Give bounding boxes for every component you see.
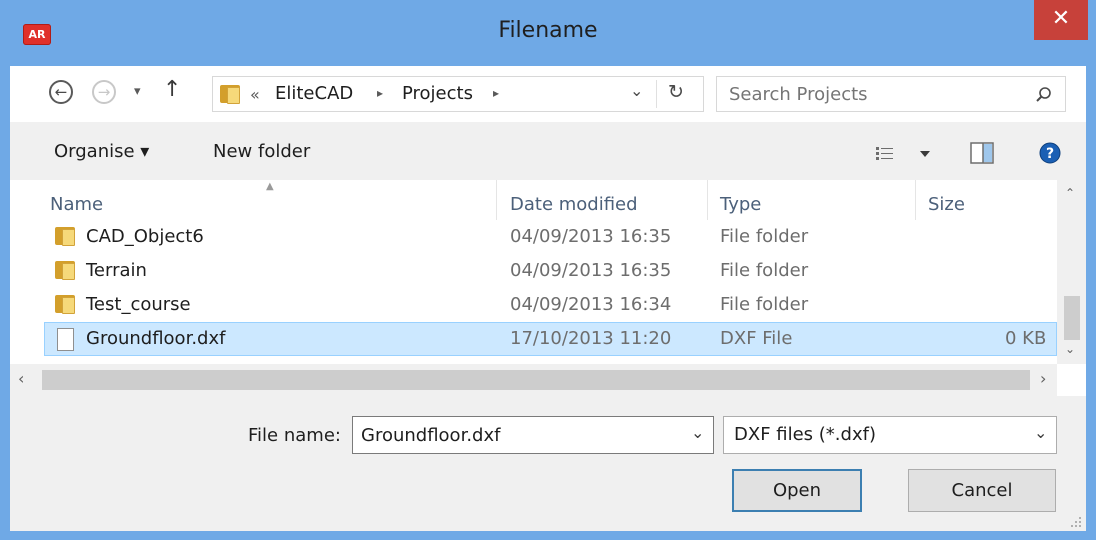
dialog-footer: File name: ⌄ DXF files (*.dxf) ⌄ Open Ca… — [10, 396, 1086, 531]
item-date: 04/09/2013 16:35 — [510, 260, 672, 281]
file-type-select[interactable]: DXF files (*.dxf) ⌄ — [723, 416, 1057, 454]
column-header-date-modified[interactable]: Date modified — [510, 194, 638, 215]
breadcrumb-separator[interactable]: ▸ — [377, 86, 383, 100]
resize-grip-icon[interactable] — [1068, 514, 1082, 528]
file-type-value: DXF files (*.dxf) — [734, 424, 876, 445]
list-item[interactable]: Terrain 04/09/2013 16:35 File folder — [44, 254, 1057, 288]
organise-menu[interactable]: Organise ▾ — [54, 141, 149, 162]
search-input[interactable] — [729, 82, 1019, 106]
breadcrumb-separator[interactable]: ▸ — [493, 86, 499, 100]
navigation-bar: ← → ▾ ↑ « EliteCAD ▸ Projects ▸ ⌄ ↻ — [10, 66, 1086, 122]
up-button[interactable]: ↑ — [163, 77, 181, 102]
command-bar: Organise ▾ New folder ? — [10, 122, 1086, 180]
window-title: Filename — [498, 18, 598, 43]
item-type: File folder — [720, 260, 809, 281]
recent-locations-dropdown[interactable]: ▾ — [134, 84, 141, 99]
breadcrumb-overflow[interactable]: « — [250, 85, 260, 104]
chevron-down-icon[interactable]: ⌄ — [691, 423, 704, 442]
open-button[interactable]: Open — [732, 469, 862, 512]
address-divider — [656, 80, 657, 108]
scroll-up-arrow[interactable]: ⌃ — [1065, 186, 1075, 200]
svg-text:?: ? — [1046, 146, 1054, 162]
chevron-down-icon[interactable]: ⌄ — [1034, 423, 1047, 442]
title-bar[interactable]: AR Filename ✕ — [0, 0, 1096, 66]
forward-button[interactable]: → — [92, 80, 116, 104]
help-icon[interactable]: ? — [1038, 141, 1062, 165]
item-type: DXF File — [720, 328, 793, 349]
breadcrumb-elitecad[interactable]: EliteCAD — [275, 83, 353, 104]
horizontal-scrollbar[interactable]: ‹ › — [10, 364, 1057, 396]
folder-icon — [220, 84, 240, 104]
item-name: Terrain — [86, 260, 147, 281]
file-name-combobox[interactable]: ⌄ — [352, 416, 714, 454]
item-name: Test_course — [86, 294, 191, 315]
breadcrumb-projects[interactable]: Projects — [402, 83, 473, 104]
close-button[interactable]: ✕ — [1034, 0, 1088, 40]
vertical-scrollbar[interactable]: ⌃ ⌄ — [1057, 180, 1086, 364]
preview-pane-icon[interactable] — [970, 142, 994, 164]
search-box[interactable] — [716, 76, 1066, 112]
file-dialog-window: AR Filename ✕ ← → ▾ ↑ « EliteCAD ▸ Proje… — [0, 0, 1096, 540]
view-options-icon[interactable] — [875, 146, 895, 162]
folder-icon — [55, 294, 75, 314]
item-type: File folder — [720, 294, 809, 315]
scroll-left-arrow[interactable]: ‹ — [18, 369, 24, 388]
refresh-icon[interactable]: ↻ — [668, 81, 684, 103]
file-icon — [57, 328, 74, 351]
item-name: Groundfloor.dxf — [86, 328, 226, 349]
address-bar[interactable]: « EliteCAD ▸ Projects ▸ ⌄ ↻ — [212, 76, 704, 112]
address-dropdown-icon[interactable]: ⌄ — [630, 81, 643, 100]
item-date: 04/09/2013 16:35 — [510, 226, 672, 247]
vertical-scroll-thumb[interactable] — [1064, 296, 1080, 340]
scroll-down-arrow[interactable]: ⌄ — [1065, 342, 1075, 356]
item-name: CAD_Object6 — [86, 226, 204, 247]
item-type: File folder — [720, 226, 809, 247]
item-size: 0 KB — [1005, 328, 1047, 349]
list-item[interactable]: CAD_Object6 04/09/2013 16:35 File folder — [44, 220, 1057, 254]
folder-icon — [55, 226, 75, 246]
item-date: 17/10/2013 11:20 — [510, 328, 672, 349]
dialog-body: ← → ▾ ↑ « EliteCAD ▸ Projects ▸ ⌄ ↻ Sear… — [10, 66, 1086, 531]
item-date: 04/09/2013 16:34 — [510, 294, 672, 315]
file-list: ▲ Name Date modified Type Size CAD_Objec… — [10, 180, 1086, 396]
list-item[interactable]: Test_course 04/09/2013 16:34 File folder — [44, 288, 1057, 322]
folder-icon — [55, 260, 75, 280]
view-dropdown-icon[interactable] — [919, 150, 931, 158]
cancel-button[interactable]: Cancel — [908, 469, 1056, 512]
column-header-name[interactable]: Name — [50, 194, 103, 215]
search-icon[interactable] — [1035, 86, 1053, 104]
file-name-label: File name: — [248, 425, 341, 446]
sort-ascending-icon: ▲ — [266, 181, 274, 192]
column-divider[interactable] — [915, 180, 916, 220]
back-button[interactable]: ← — [49, 80, 73, 104]
file-name-input[interactable] — [361, 423, 671, 447]
column-divider[interactable] — [496, 180, 497, 220]
column-divider[interactable] — [707, 180, 708, 220]
list-item-selected[interactable]: Groundfloor.dxf 17/10/2013 11:20 DXF Fil… — [44, 322, 1057, 356]
column-header-size[interactable]: Size — [928, 194, 965, 215]
scroll-right-arrow[interactable]: › — [1040, 369, 1046, 388]
column-header-type[interactable]: Type — [720, 194, 761, 215]
horizontal-scroll-thumb[interactable] — [42, 370, 1030, 390]
new-folder-button[interactable]: New folder — [213, 141, 310, 162]
